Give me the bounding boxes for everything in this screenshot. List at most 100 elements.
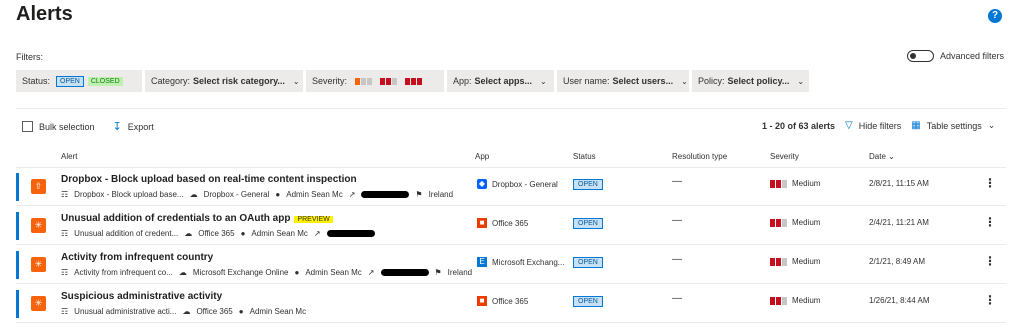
column-header-resolution[interactable]: Resolution type <box>672 152 727 161</box>
policy-icon: ☶ <box>61 268 69 277</box>
severity-cell: Medium <box>770 296 820 305</box>
severity-filter[interactable]: Severity: <box>306 70 444 92</box>
redacted-text <box>326 230 375 237</box>
policy-icon: ☶ <box>61 307 69 316</box>
user-icon: ● <box>238 307 244 316</box>
alert-icon: ✳ <box>31 296 46 311</box>
severity-high-option[interactable] <box>405 77 423 85</box>
status-open-chip[interactable]: OPEN <box>56 75 84 87</box>
row-accent <box>16 212 19 240</box>
alert-icon: ✳ <box>31 218 46 233</box>
status-filter[interactable]: Status: OPEN CLOSED <box>16 70 142 92</box>
severity-bars-icon <box>770 179 787 188</box>
row-accent <box>16 290 19 318</box>
user-icon: ● <box>294 268 300 277</box>
severity-cell: Medium <box>770 179 820 188</box>
column-header-severity[interactable]: Severity <box>770 152 799 161</box>
dropbox-icon: ◆ <box>477 179 487 189</box>
help-icon[interactable]: ? <box>988 9 1002 23</box>
chevron-down-icon: ⌄ <box>681 76 688 86</box>
table-row[interactable]: ⇧ Dropbox - Block upload based on real-t… <box>16 168 1006 206</box>
policy-filter[interactable]: Policy: Select policy... ⌄ <box>692 70 809 92</box>
app-cell: ■ Office 365 <box>477 218 528 228</box>
alert-meta: ☶ Unusual addition of credent... ☁ Office … <box>61 229 375 238</box>
app-cell: E Microsoft Exchang... <box>477 257 564 267</box>
cloud-icon: ☁ <box>189 190 198 199</box>
table-settings-icon: ▦ <box>911 120 921 131</box>
bulk-selection-button[interactable]: Bulk selection <box>22 121 95 132</box>
row-accent <box>16 251 19 279</box>
exchange-icon: E <box>477 257 487 267</box>
severity-bars-icon <box>770 218 787 227</box>
alert-meta: ☶ Activity from infrequent co... ☁ Microso… <box>61 268 473 277</box>
more-options-icon[interactable]: ⋮ <box>984 254 996 268</box>
preview-badge: PREVIEW <box>294 216 333 223</box>
resolution-value: — <box>672 215 682 226</box>
column-header-date[interactable]: Date ⌄ <box>869 152 895 161</box>
advanced-filters-toggle[interactable]: Advanced filters <box>907 50 1004 62</box>
external-link-icon: ↗ <box>313 229 321 238</box>
filters-label: Filters: <box>16 52 43 62</box>
date-value: 2/1/21, 8:49 AM <box>869 257 926 266</box>
column-header-alert[interactable]: Alert <box>61 152 77 161</box>
office-365-icon: ■ <box>477 296 487 306</box>
resolution-value: — <box>672 176 682 187</box>
status-badge: OPEN <box>573 218 603 229</box>
alert-title[interactable]: Unusual addition of credentials to an OA… <box>61 213 333 224</box>
toolbar-right: 1 - 20 of 63 alerts ▽ Hide filters ▦ Tab… <box>762 120 995 131</box>
severity-low-option[interactable] <box>355 77 373 85</box>
funnel-icon: ▽ <box>845 120 853 131</box>
chevron-down-icon: ⌄ <box>292 76 300 86</box>
hide-filters-button[interactable]: ▽ Hide filters <box>845 120 901 131</box>
flag-icon: ⚑ <box>415 190 423 199</box>
category-filter[interactable]: Category: Select risk category... ⌄ <box>145 70 303 92</box>
date-value: 2/8/21, 11:15 AM <box>869 179 929 188</box>
table-settings-button[interactable]: ▦ Table settings ⌄ <box>911 120 995 131</box>
status-badge: OPEN <box>573 257 603 268</box>
more-options-icon[interactable]: ⋮ <box>984 215 996 229</box>
more-options-icon[interactable]: ⋮ <box>984 293 996 307</box>
row-accent <box>16 173 19 201</box>
export-button[interactable]: ↧ Export <box>113 120 154 133</box>
alert-meta: ☶ Dropbox - Block upload base... ☁ Dropbox… <box>61 190 454 199</box>
cloud-icon: ☁ <box>182 307 191 316</box>
resolution-value: — <box>672 293 682 304</box>
external-link-icon: ↗ <box>367 268 375 277</box>
date-value: 1/26/21, 8:44 AM <box>869 296 930 305</box>
alert-icon: ⇧ <box>31 179 46 194</box>
policy-icon: ☶ <box>61 190 69 199</box>
column-header-app[interactable]: App <box>475 152 489 161</box>
user-icon: ● <box>240 229 246 238</box>
cloud-icon: ☁ <box>184 229 193 238</box>
more-options-icon[interactable]: ⋮ <box>984 176 996 190</box>
user-filter[interactable]: User name: Select users... ⌄ <box>557 70 689 92</box>
alert-title[interactable]: Activity from infrequent country <box>61 252 213 263</box>
download-icon: ↧ <box>112 121 122 133</box>
table-row[interactable]: ✳ Unusual addition of credentials to an … <box>16 207 1006 245</box>
chevron-down-icon: ⌄ <box>540 76 547 86</box>
sort-desc-icon[interactable]: ⌄ <box>888 152 895 161</box>
app-filter[interactable]: App: Select apps... ⌄ <box>447 70 554 92</box>
status-closed-chip[interactable]: CLOSED <box>87 76 123 86</box>
advanced-filters-label: Advanced filters <box>940 51 1005 61</box>
checkbox-icon[interactable] <box>22 121 33 132</box>
alert-meta: ☶ Unusual administrative acti... ☁ Office … <box>61 307 307 316</box>
chevron-down-icon: ⌄ <box>987 120 996 130</box>
severity-bars-icon <box>770 296 787 305</box>
alert-title[interactable]: Dropbox - Block upload based on real-tim… <box>61 174 357 185</box>
table-row[interactable]: ✳ Suspicious administrative activity ☶ Un… <box>16 285 1006 323</box>
chevron-down-icon: ⌄ <box>797 76 805 86</box>
status-badge: OPEN <box>573 179 603 190</box>
table-row[interactable]: ✳ Activity from infrequent country ☶ Acti… <box>16 246 1006 284</box>
user-icon: ● <box>275 190 281 199</box>
table-header: Alert App Status Resolution type Severit… <box>16 146 1006 168</box>
alert-title[interactable]: Suspicious administrative activity <box>61 291 222 302</box>
redacted-text <box>361 191 410 198</box>
results-count: 1 - 20 of 63 alerts <box>762 120 836 131</box>
column-header-status[interactable]: Status <box>573 152 596 161</box>
severity-medium-option[interactable] <box>380 77 398 85</box>
severity-cell: Medium <box>770 257 820 266</box>
office-365-icon: ■ <box>477 218 487 228</box>
alert-icon: ✳ <box>31 257 46 272</box>
toggle-switch-icon[interactable] <box>907 50 934 62</box>
